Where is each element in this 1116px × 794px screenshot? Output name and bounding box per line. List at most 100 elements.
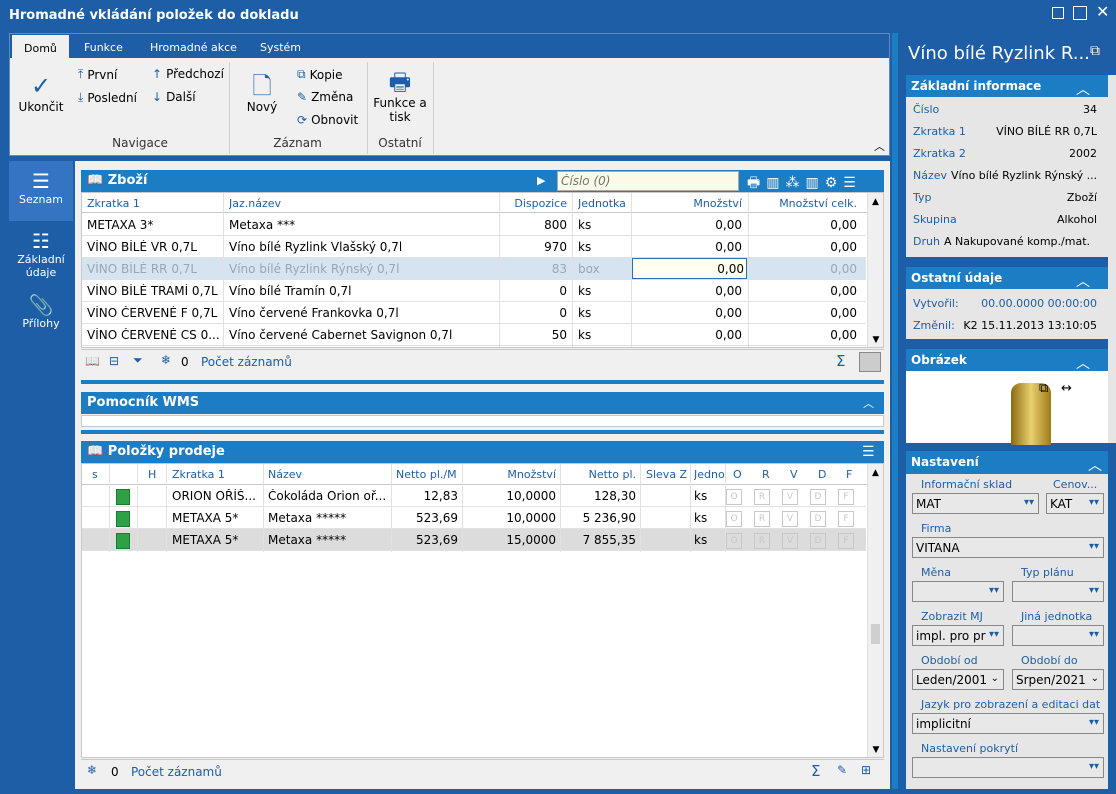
flag-checkbox-f[interactable]: F <box>838 533 854 549</box>
color-swatch[interactable] <box>859 352 881 372</box>
col-v[interactable]: V <box>790 468 798 481</box>
export-icon[interactable]: ⊞ <box>861 763 871 777</box>
obdobi-od-field[interactable]: Leden/2001 ⌄ <box>912 669 1004 690</box>
book-icon[interactable]: 📖 <box>85 354 100 368</box>
col-netto-pl[interactable]: Netto pl. <box>564 468 636 481</box>
collapse-icon[interactable]: ︿ <box>1076 271 1090 291</box>
jina-jednotka-field[interactable]: ▾▾ <box>1012 625 1104 646</box>
wms-collapse-icon[interactable]: ︿ <box>863 395 874 411</box>
dropdown-icon[interactable]: ▾▾ <box>1089 585 1099 596</box>
flag-checkbox-f[interactable]: F <box>838 511 854 527</box>
flag-checkbox-d[interactable]: D <box>810 533 826 549</box>
dropdown-icon[interactable]: ▾▾ <box>1089 541 1099 552</box>
jazyk-field[interactable]: implicitní ▾▾ <box>912 713 1104 734</box>
pokryti-field[interactable]: ▾▾ <box>912 757 1104 778</box>
tab-funkce[interactable]: Funkce <box>72 34 135 58</box>
flag-checkbox-v[interactable]: V <box>782 511 798 527</box>
chevron-down-icon[interactable]: ⌄ <box>1091 673 1099 684</box>
polozky-row[interactable]: ORION OŘÍŠ... Čokoláda Orion oř... 12,83 10… <box>82 485 866 507</box>
dropdown-icon[interactable]: ▾▾ <box>989 585 999 596</box>
flag-checkbox-d[interactable]: D <box>810 489 826 505</box>
col-jednotka[interactable]: Jedno <box>694 468 724 481</box>
sidebar-item-seznam[interactable]: ☰ Seznam <box>9 161 73 221</box>
flag-checkbox-r[interactable]: R <box>754 511 770 527</box>
close-icon[interactable]: ✕ <box>1096 4 1110 20</box>
firma-field[interactable]: VITANA ▾▾ <box>912 537 1104 558</box>
maximize-icon[interactable] <box>1073 6 1087 20</box>
funkce-tisk-button[interactable]: 🖶 Funkce a tisk <box>372 68 428 124</box>
flag-checkbox-f[interactable]: F <box>838 489 854 505</box>
zmena-button[interactable]: ✎ Změna <box>297 90 353 104</box>
snowflake-icon[interactable]: ❄ <box>87 763 97 777</box>
mena-field[interactable]: ▾▾ <box>912 581 1004 602</box>
col-mnozstvi-celk[interactable]: Množství celk. <box>752 197 857 210</box>
menu-icon[interactable]: ☰ <box>862 444 875 460</box>
col-zkratka1[interactable]: Zkratka 1 <box>87 197 140 210</box>
flag-checkbox-v[interactable]: V <box>782 489 798 505</box>
dropdown-icon[interactable]: ▾▾ <box>1089 497 1099 508</box>
col-h[interactable]: H <box>148 468 156 481</box>
cenova-field[interactable]: KAT ▾▾ <box>1046 493 1104 514</box>
sidebar-item-zakladni-udaje[interactable]: ☷ Základní údaje <box>9 225 73 285</box>
snowflake-icon[interactable]: ❄ <box>161 353 171 367</box>
col-nazev[interactable]: Název <box>268 468 302 481</box>
wms-header[interactable]: Pomocník WMS <box>81 392 884 414</box>
cislo-search-input[interactable] <box>557 171 739 191</box>
filter-icon[interactable]: ⏷ <box>133 353 143 368</box>
gear-icon[interactable]: ⚙ <box>825 175 844 191</box>
tab-system[interactable]: Systém <box>248 34 313 58</box>
prvni-button[interactable]: ⤒ První <box>78 67 117 82</box>
predchozi-button[interactable]: ↑ Předchozí <box>152 67 224 81</box>
col-jaz-nazev[interactable]: Jaz.název <box>229 197 281 210</box>
obdobi-do-field[interactable]: Srpen/2021 ⌄ <box>1012 669 1104 690</box>
dalsi-button[interactable]: ↓ Další <box>152 90 196 104</box>
flag-checkbox-r[interactable]: R <box>754 489 770 505</box>
pencil-icon[interactable]: ✎ <box>837 763 847 777</box>
columns-icon[interactable]: ▥ <box>805 175 824 191</box>
flag-checkbox-r[interactable]: R <box>754 533 770 549</box>
splitter[interactable] <box>81 380 884 384</box>
sidebar-item-prilohy[interactable]: 📎 Přílohy <box>9 289 73 339</box>
col-r[interactable]: R <box>762 468 770 481</box>
col-mnozstvi[interactable]: Množství <box>482 468 556 481</box>
flag-checkbox-v[interactable]: V <box>782 533 798 549</box>
col-d[interactable]: D <box>818 468 826 481</box>
popout-icon[interactable]: ⧉ <box>1039 381 1048 396</box>
menu-icon[interactable]: ☰ <box>843 175 862 191</box>
collapse-ribbon-icon[interactable]: ︿ <box>874 138 885 154</box>
dropdown-icon[interactable]: ▾▾ <box>1089 629 1099 640</box>
resize-horizontal-icon[interactable]: ↔ <box>1061 381 1072 396</box>
popout-icon[interactable]: ⧉ <box>1090 43 1100 59</box>
chart-icon[interactable]: ▥ <box>766 175 785 191</box>
chevron-down-icon[interactable]: ⌄ <box>991 673 999 684</box>
polozky-row[interactable]: METAXA 5* Metaxa ***** 523,69 15,0000 7 855,… <box>82 529 866 551</box>
kopie-button[interactable]: ⧉ Kopie <box>297 67 343 82</box>
col-jednotka[interactable]: Jednotka <box>578 197 626 210</box>
col-s[interactable]: s <box>92 468 98 481</box>
sum-icon[interactable]: Σ <box>836 352 845 370</box>
restore-icon[interactable] <box>1052 7 1064 19</box>
play-icon[interactable]: ▶ <box>537 174 545 187</box>
col-dispozice[interactable]: Dispozice <box>502 197 567 210</box>
typ-planu-field[interactable]: ▾▾ <box>1012 581 1104 602</box>
novy-button[interactable]: 🗋 Nový <box>240 72 284 114</box>
dropdown-icon[interactable]: ▾▾ <box>1089 761 1099 772</box>
archive-icon[interactable]: ⊟ <box>109 354 119 368</box>
collapse-icon[interactable]: ︿ <box>1076 79 1090 99</box>
polozky-scrollbar[interactable]: ▲ ▼ <box>867 464 883 757</box>
zobrazit-mj-field[interactable]: impl. pro pr ▾▾ <box>912 625 1004 646</box>
dropdown-icon[interactable]: ▾▾ <box>989 629 999 640</box>
flag-checkbox-o[interactable]: O <box>726 511 742 527</box>
col-sleva-z[interactable]: Sleva Z <box>646 468 687 481</box>
posledni-button[interactable]: ⤓ Poslední <box>78 90 137 105</box>
col-f[interactable]: F <box>846 468 852 481</box>
tab-domu[interactable]: Domů <box>12 34 69 58</box>
tab-hromadne-akce[interactable]: Hromadné akce <box>138 34 249 58</box>
collapse-icon[interactable]: ︿ <box>1076 353 1090 373</box>
flag-checkbox-o[interactable]: O <box>726 533 742 549</box>
collapse-icon[interactable]: ︿ <box>1088 455 1102 475</box>
flag-checkbox-o[interactable]: O <box>726 489 742 505</box>
ukoncit-button[interactable]: ✓ Ukončit <box>16 72 66 114</box>
col-netto-pl-m[interactable]: Netto pl./M <box>396 468 462 481</box>
dropdown-icon[interactable]: ▾▾ <box>1024 497 1034 508</box>
